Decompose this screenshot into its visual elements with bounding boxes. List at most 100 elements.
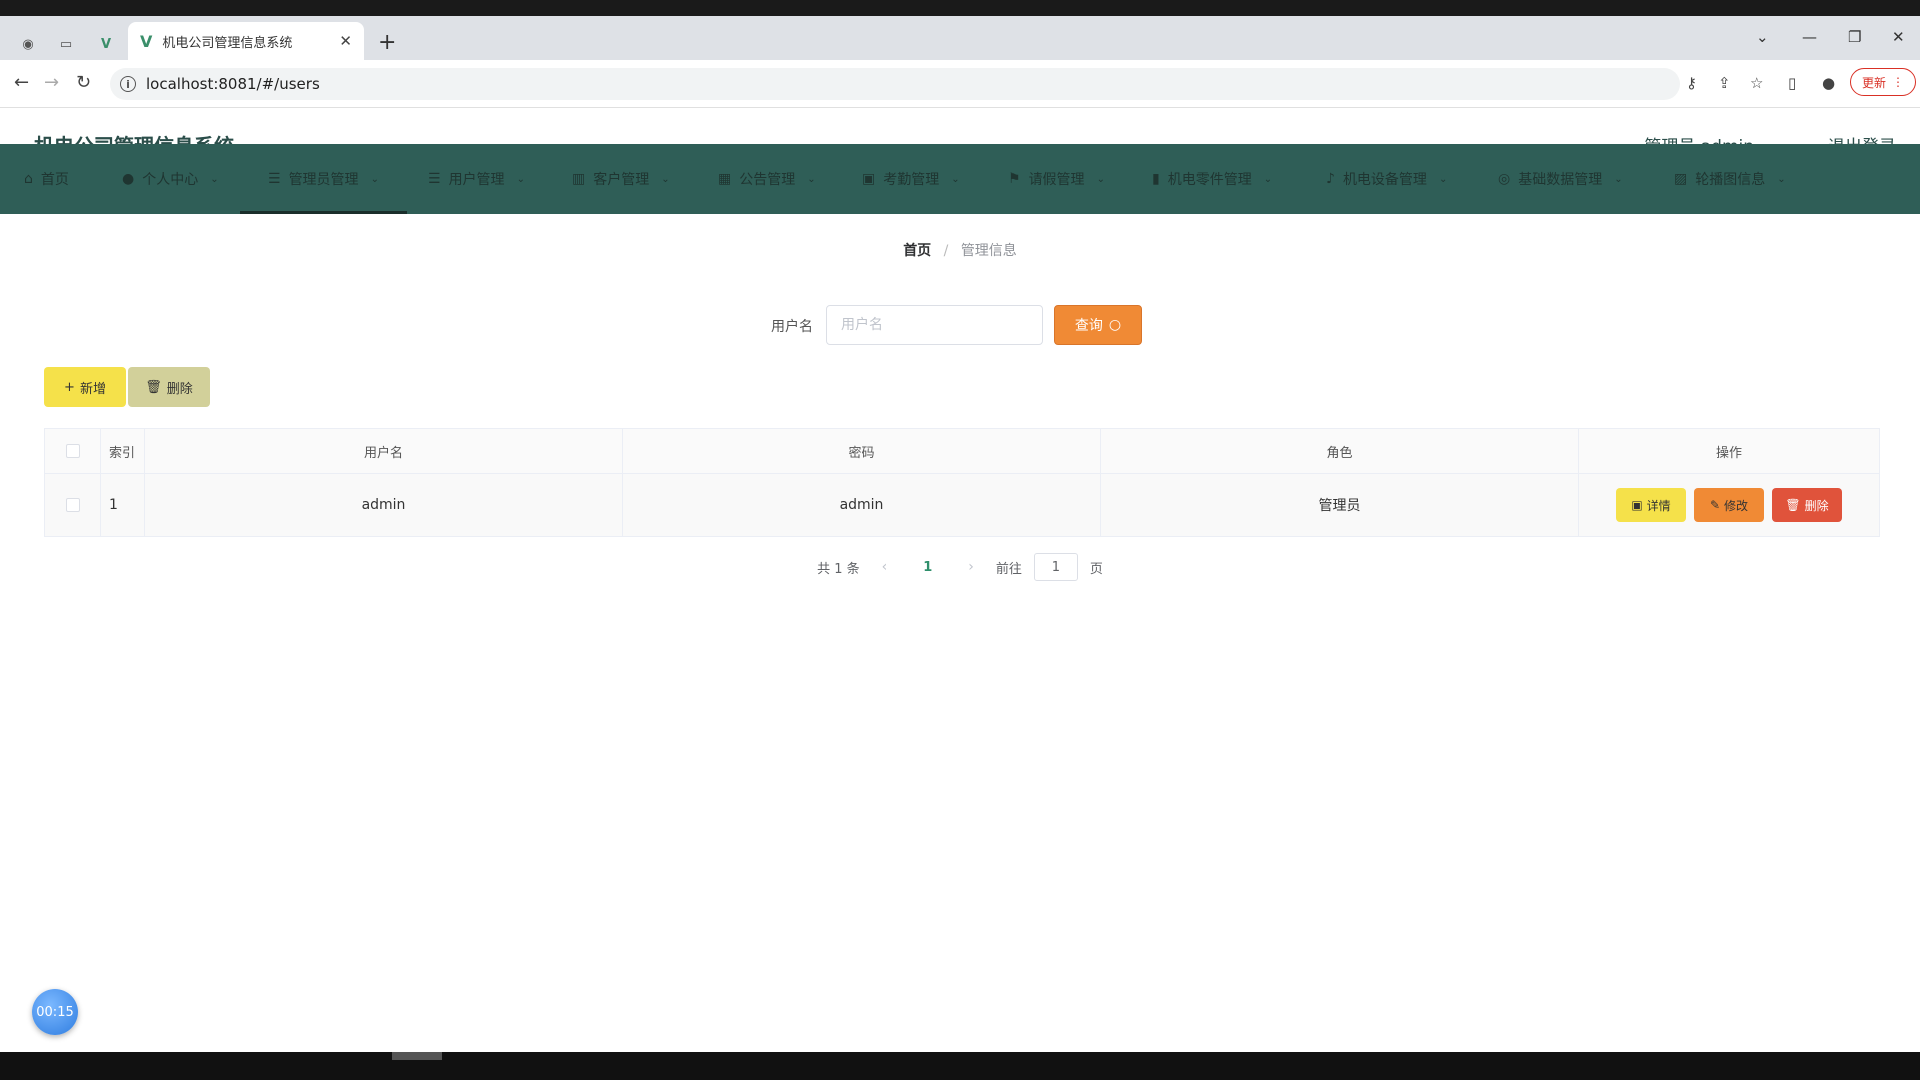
menu-item-label: 基础数据管理 — [1518, 172, 1603, 188]
edit-button[interactable]: ✎ 修改 — [1694, 488, 1764, 522]
site-info-icon[interactable]: i — [120, 76, 136, 92]
menu-item-2[interactable]: ● 个人中心 ⌄ — [122, 144, 219, 214]
search-icon: ○ — [1108, 317, 1122, 333]
menu-item-11[interactable]: ◎ 基础数据管理 ⌄ — [1498, 144, 1623, 214]
edit-button-label: 修改 — [1724, 498, 1749, 513]
menu-item-7[interactable]: ▣ 考勤管理 ⌄ — [862, 144, 960, 214]
tab-search-icon[interactable]: ◉ — [20, 36, 36, 52]
recording-timer[interactable]: 00:15 — [32, 989, 78, 1035]
more-menu-icon: ⋮ — [1892, 75, 1904, 89]
chevron-down-icon: ⌄ — [1438, 173, 1448, 185]
minimize-icon[interactable]: — — [1802, 28, 1817, 46]
menu-item-3[interactable]: ☰ 管理员管理 ⌄ — [240, 144, 407, 214]
row-checkbox[interactable] — [65, 498, 80, 512]
breadcrumb-current: 管理信息 — [960, 243, 1017, 259]
active-tab[interactable]: V 机电公司管理信息系统 ✕ — [128, 22, 364, 60]
pagination: 共 1 条 ‹ 1 › 前往 页 — [0, 553, 1920, 581]
menu-item-10[interactable]: ♪ 机电设备管理 ⌄ — [1326, 144, 1447, 214]
header-username: 用户名 — [145, 429, 623, 473]
key-icon[interactable]: ⚷ — [1686, 74, 1697, 92]
chevron-down-icon: ⌄ — [951, 173, 960, 185]
menu-item-label: 请假管理 — [1028, 172, 1085, 188]
menu-item-label: 用户管理 — [448, 172, 505, 188]
update-button[interactable]: 更新 ⋮ — [1850, 68, 1916, 96]
prev-page-icon[interactable]: ‹ — [872, 559, 898, 575]
menu-item-6[interactable]: ▦ 公告管理 ⌄ — [718, 144, 816, 214]
page-suffix: 页 — [1089, 561, 1103, 577]
plus-icon: + — [64, 379, 75, 395]
restore-icon[interactable]: ❐ — [1848, 28, 1861, 46]
menu-item-4[interactable]: ☰ 用户管理 ⌄ — [428, 144, 525, 214]
detail-button-label: 详情 — [1646, 498, 1671, 513]
profile-icon[interactable]: ● — [1822, 74, 1835, 92]
next-page-icon[interactable]: › — [958, 559, 984, 575]
menu-item-12[interactable]: ▨ 轮播图信息 ⌄ — [1674, 144, 1786, 214]
side-panel-icon[interactable]: ▯ — [1788, 74, 1796, 92]
menu-item-1[interactable]: ⌂ 首页 — [24, 144, 69, 214]
menu-item-9[interactable]: ▮ 机电零件管理 ⌄ — [1152, 144, 1272, 214]
tab-title: 机电公司管理信息系统 — [162, 35, 293, 51]
detail-button[interactable]: ▣ 详情 — [1616, 488, 1686, 522]
share-icon[interactable]: ⇪ — [1718, 74, 1731, 92]
breadcrumb-separator: / — [943, 243, 949, 259]
select-all-checkbox[interactable] — [65, 444, 80, 458]
search-username-label: 用户名 — [771, 319, 813, 335]
menu-item-5[interactable]: ▥ 客户管理 ⌄ — [572, 144, 670, 214]
breadcrumb-home[interactable]: 首页 — [903, 243, 931, 259]
vue-tab-icon[interactable]: V — [98, 36, 114, 52]
row-password: admin — [623, 474, 1101, 536]
address-bar-row: ← → ↻ i localhost:8081/#/users ⚷ ⇪ ☆ ▯ ●… — [0, 60, 1920, 108]
menu-item-label: 公告管理 — [739, 172, 796, 188]
menu-item-label: 管理员管理 — [288, 172, 359, 188]
back-icon[interactable]: ← — [14, 72, 29, 93]
search-button[interactable]: 查询 ○ — [1054, 305, 1142, 345]
briefcase-icon: ▣ — [862, 171, 876, 187]
chevron-down-icon: ⌄ — [1096, 173, 1105, 185]
users-table: 索引 用户名 密码 角色 操作 1 admin admin 管理员 ▣ 详情 ✎… — [44, 428, 1880, 537]
url-field[interactable]: i localhost:8081/#/users — [110, 68, 1680, 100]
close-tab-icon[interactable]: ✕ — [339, 32, 352, 50]
columns-icon: ▮ — [1152, 171, 1160, 187]
add-button[interactable]: + 新增 — [44, 367, 126, 407]
menu-item-label: 首页 — [40, 172, 69, 188]
select-all-cell — [45, 429, 101, 473]
image-icon: ▨ — [1674, 171, 1688, 187]
list-icon: ☰ — [428, 171, 441, 187]
scrollbar-thumb[interactable] — [392, 1052, 442, 1060]
reload-icon[interactable]: ↻ — [76, 72, 91, 93]
header-operation: 操作 — [1715, 445, 1742, 461]
new-tab-icon[interactable]: + — [378, 30, 396, 55]
goto-page-input[interactable] — [1033, 553, 1078, 581]
flag-icon: ⚑ — [1008, 171, 1021, 187]
edit-icon: ✎ — [1709, 498, 1721, 512]
menu-item-label: 客户管理 — [593, 172, 650, 188]
microphone-icon: ♪ — [1326, 171, 1335, 187]
url-text: localhost:8081/#/users — [146, 75, 320, 93]
row-operations: ▣ 详情 ✎ 修改 🗑 删除 — [1579, 474, 1879, 536]
menu-item-8[interactable]: ⚑ 请假管理 ⌄ — [1008, 144, 1105, 214]
page-number-current[interactable]: 1 — [909, 560, 946, 575]
forward-icon[interactable]: → — [44, 72, 59, 93]
row-delete-button[interactable]: 🗑 删除 — [1772, 488, 1842, 522]
chevron-down-icon: ⌄ — [1614, 173, 1623, 185]
app-page: 机电公司管理信息系统 管理员 admin 退出登录 ⌂首页●个人中心⌄☰管理员管… — [0, 108, 1920, 1052]
header-password: 密码 — [623, 429, 1101, 473]
batch-delete-label: 删除 — [166, 381, 193, 397]
batch-delete-button[interactable]: 🗑 删除 — [128, 367, 210, 407]
tab-list-chevron-icon[interactable]: ⌄ — [1756, 28, 1769, 46]
row-select-cell — [45, 474, 101, 536]
search-username-input[interactable] — [826, 305, 1043, 345]
browser-tab-strip: ◉ ▭ V V 机电公司管理信息系统 ✕ + ⌄ — ❐ ✕ — [0, 16, 1920, 60]
trash-icon: 🗑 — [1785, 498, 1801, 512]
chevron-down-icon: ⌄ — [807, 173, 816, 185]
chevron-down-icon: ⌄ — [516, 173, 525, 185]
bookmark-star-icon[interactable]: ☆ — [1750, 74, 1763, 92]
search-button-label: 查询 — [1074, 318, 1103, 334]
row-username: admin — [145, 474, 623, 536]
breadcrumb: 首页 / 管理信息 — [0, 240, 1920, 260]
row-index: 1 — [101, 474, 145, 536]
menu-item-label: 个人中心 — [142, 172, 199, 188]
inactive-tab-icon[interactable]: ▭ — [58, 36, 74, 52]
close-window-icon[interactable]: ✕ — [1892, 28, 1905, 46]
chevron-down-icon: ⌄ — [1263, 173, 1273, 185]
